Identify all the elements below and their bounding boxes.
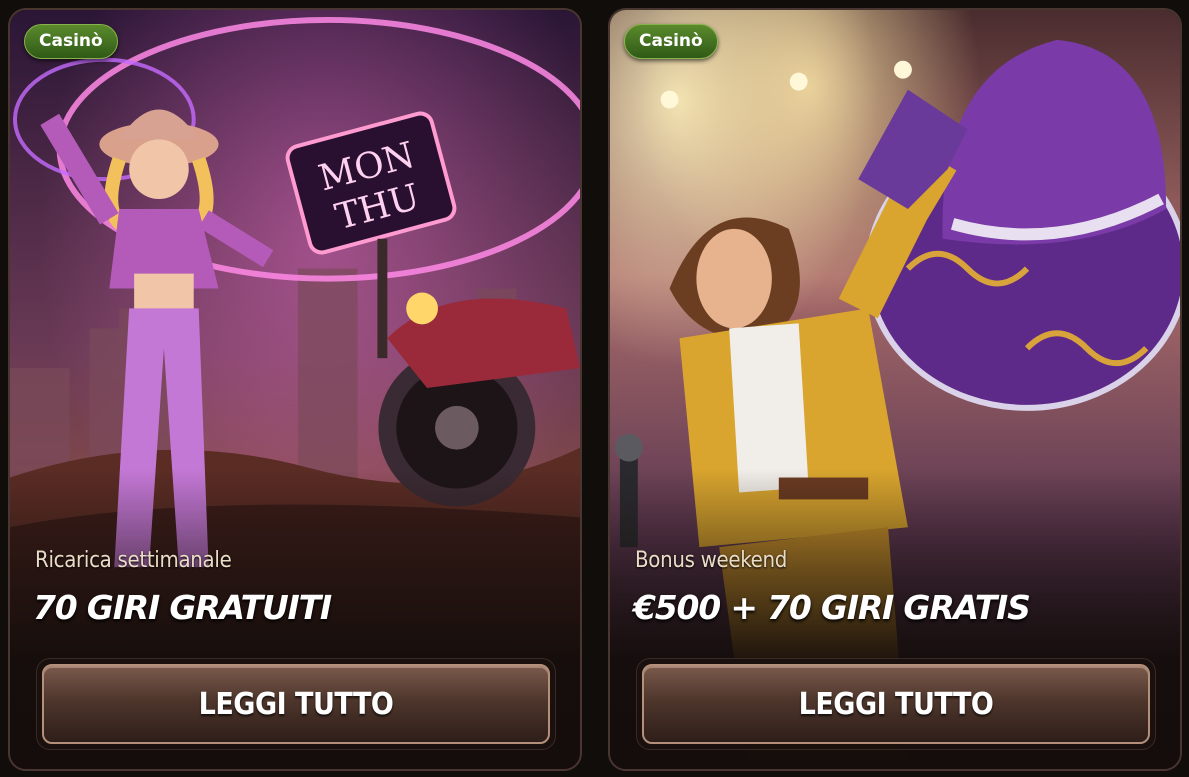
promo-subtitle: Ricarica settimanale <box>35 548 232 573</box>
promo-card-weekend-bonus[interactable]: Casinò Bonus weekend €500 + 70 GIRI GRAT… <box>608 8 1182 771</box>
category-badge: Casinò <box>24 24 118 59</box>
read-more-button-frame: LEGGI TUTTO <box>36 658 556 750</box>
promo-subtitle: Bonus weekend <box>635 548 788 573</box>
read-more-button[interactable]: LEGGI TUTTO <box>42 664 550 744</box>
category-badge: Casinò <box>624 24 718 59</box>
promo-card-weekly-reload[interactable]: MON THU Casinò Ricarica settimanale 70 G… <box>8 8 582 771</box>
promo-headline: €500 + 70 GIRI GRATIS <box>633 588 1031 627</box>
read-more-button[interactable]: LEGGI TUTTO <box>642 664 1150 744</box>
read-more-button-frame: LEGGI TUTTO <box>636 658 1156 750</box>
promotions-grid: MON THU Casinò Ricarica settimanale 70 G… <box>0 0 1189 777</box>
promo-headline: 70 GIRI GRATUITI <box>33 588 332 627</box>
